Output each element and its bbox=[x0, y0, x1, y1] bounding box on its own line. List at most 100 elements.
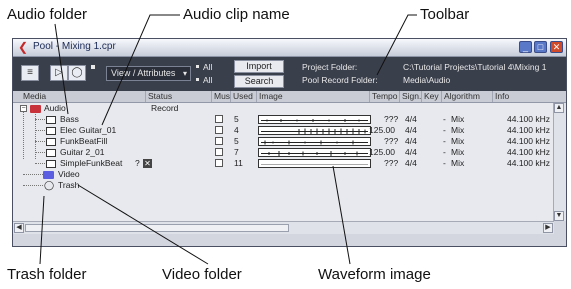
clip-row[interactable]: Guitar 2_01 7 125.00 4/4 - Mix 44.100 kH… bbox=[13, 147, 554, 158]
clip-algorithm: Mix bbox=[451, 136, 465, 146]
clip-sign: 4/4 bbox=[405, 136, 417, 146]
waveform-image bbox=[258, 126, 371, 135]
waveform-graphic bbox=[261, 164, 368, 165]
audio-clip-icon bbox=[46, 149, 56, 157]
clip-tempo: 125.00 bbox=[369, 147, 395, 157]
clip-info: 44.100 kHz bbox=[507, 136, 550, 146]
search-button[interactable]: Search bbox=[234, 75, 284, 88]
all-1-marker bbox=[196, 65, 199, 68]
col-status[interactable]: Status bbox=[145, 91, 211, 102]
clip-algorithm: Mix bbox=[451, 158, 465, 168]
clip-status: ? bbox=[135, 158, 140, 168]
clip-key: - bbox=[443, 125, 446, 135]
scroll-up-arrow[interactable]: ▲ bbox=[554, 103, 564, 113]
col-key[interactable]: Key bbox=[421, 91, 441, 102]
missing-file-icon: ✕ bbox=[143, 159, 152, 168]
waveform-image bbox=[258, 137, 371, 146]
musical-mode-checkbox[interactable] bbox=[215, 148, 223, 156]
col-sign[interactable]: Sign. bbox=[399, 91, 421, 102]
vertical-scrollbar[interactable]: ▲ ▼ bbox=[553, 103, 566, 221]
audio-folder-name: Audio bbox=[44, 103, 66, 113]
maximize-button[interactable]: □ bbox=[534, 41, 547, 53]
project-folder-label: Project Folder: bbox=[302, 62, 358, 72]
pool-window: ❮ Pool - Mixing 1.cpr _ □ ✕ ≡ ▷ ◯ View /… bbox=[12, 38, 567, 247]
audio-folder-row[interactable]: − Audio Record bbox=[13, 103, 554, 114]
callout-video-folder: Video folder bbox=[162, 266, 242, 283]
col-media[interactable]: Media bbox=[13, 91, 145, 102]
clip-row[interactable]: Bass 5 ??? 4/4 - Mix 44.100 kHz bbox=[13, 114, 554, 125]
clip-name: SimpleFunkBeat bbox=[60, 158, 123, 168]
video-folder-row[interactable]: Video bbox=[13, 169, 554, 180]
title-bar[interactable]: ❮ Pool - Mixing 1.cpr _ □ ✕ bbox=[13, 39, 566, 57]
close-button[interactable]: ✕ bbox=[550, 41, 563, 53]
collapse-toggle[interactable]: − bbox=[20, 105, 27, 112]
resize-grip[interactable] bbox=[554, 234, 566, 246]
view-attributes-select[interactable]: View / Attributes ▾ bbox=[106, 66, 191, 81]
clip-key: - bbox=[443, 114, 446, 124]
audio-clip-icon bbox=[46, 116, 56, 124]
clip-algorithm: Mix bbox=[451, 114, 465, 124]
clip-name: Elec Guitar_01 bbox=[60, 125, 117, 135]
clip-used: 5 bbox=[234, 114, 239, 124]
all-2-marker bbox=[196, 78, 199, 81]
scroll-down-arrow[interactable]: ▼ bbox=[554, 211, 564, 221]
clip-algorithm: Mix bbox=[451, 125, 465, 135]
callout-audio-folder: Audio folder bbox=[7, 6, 88, 23]
col-algorithm[interactable]: Algorithm bbox=[441, 91, 492, 102]
pool-record-folder-value: Media\Audio bbox=[403, 75, 451, 85]
waveform-graphic bbox=[261, 119, 368, 122]
info-line-button[interactable]: ≡ bbox=[21, 65, 39, 81]
window-title: Pool - Mixing 1.cpr bbox=[33, 41, 116, 52]
col-image[interactable]: Image bbox=[256, 91, 369, 102]
pool-list: − Audio Record Bass 5 ??? 4/4 - Mix 44.1… bbox=[13, 103, 554, 221]
col-used[interactable]: Used bbox=[230, 91, 256, 102]
scroll-left-arrow[interactable]: ◀ bbox=[14, 223, 24, 233]
audio-clip-icon bbox=[46, 138, 56, 146]
minimize-button[interactable]: _ bbox=[519, 41, 532, 53]
audio-clip-icon bbox=[46, 127, 56, 135]
clip-algorithm: Mix bbox=[451, 147, 465, 157]
horizontal-scrollbar[interactable]: ◀ ▶ bbox=[13, 221, 554, 234]
musical-mode-checkbox[interactable] bbox=[215, 126, 223, 134]
clip-used: 7 bbox=[234, 147, 239, 157]
clip-sign: 4/4 bbox=[405, 125, 417, 135]
clip-used: 5 bbox=[234, 136, 239, 146]
clip-info: 44.100 kHz bbox=[507, 147, 550, 157]
import-button[interactable]: Import bbox=[234, 60, 284, 73]
clip-name: Bass bbox=[60, 114, 79, 124]
callout-toolbar: Toolbar bbox=[420, 6, 470, 23]
waveform-image bbox=[258, 148, 371, 157]
trash-folder-row[interactable]: ◯ Trash bbox=[13, 180, 554, 191]
clip-tempo: ??? bbox=[384, 136, 399, 146]
clip-sign: 4/4 bbox=[405, 158, 417, 168]
all-1-label[interactable]: All bbox=[203, 62, 212, 72]
musical-mode-checkbox[interactable] bbox=[215, 137, 223, 145]
trash-icon: ◯ bbox=[44, 180, 55, 190]
clip-key: - bbox=[443, 158, 446, 168]
col-mus[interactable]: Mus bbox=[211, 91, 230, 102]
clip-key: - bbox=[443, 147, 446, 157]
clip-tempo: ??? bbox=[384, 158, 399, 168]
clip-name: Guitar 2_01 bbox=[60, 147, 105, 157]
col-info[interactable]: Info bbox=[492, 91, 556, 102]
clip-row[interactable]: SimpleFunkBeat ? ✕ 11 ??? 4/4 - Mix 44.1… bbox=[13, 158, 554, 169]
loop-button[interactable]: ◯ bbox=[68, 65, 86, 81]
play-button[interactable]: ▷ bbox=[50, 65, 68, 81]
all-2-label[interactable]: All bbox=[203, 75, 212, 85]
pool-record-folder-label: Pool Record Folder: bbox=[302, 75, 378, 85]
clip-row[interactable]: FunkBeatFill 5 ??? 4/4 - Mix 44.100 kHz bbox=[13, 136, 554, 147]
musical-mode-checkbox[interactable] bbox=[215, 115, 223, 123]
toolbar: ≡ ▷ ◯ View / Attributes ▾ All All Import… bbox=[13, 57, 566, 91]
indicator-dot bbox=[91, 65, 95, 69]
clip-tempo: 125.00 bbox=[369, 125, 395, 135]
clip-row[interactable]: Elec Guitar_01 4 125.00 4/4 - Mix 44.100… bbox=[13, 125, 554, 136]
waveform-graphic bbox=[261, 128, 368, 135]
col-tempo[interactable]: Tempo bbox=[369, 91, 399, 102]
horizontal-scroll-thumb[interactable] bbox=[25, 224, 289, 232]
clip-sign: 4/4 bbox=[405, 147, 417, 157]
scroll-right-arrow[interactable]: ▶ bbox=[543, 223, 553, 233]
musical-mode-checkbox[interactable] bbox=[215, 159, 223, 167]
audio-clip-icon bbox=[46, 160, 56, 168]
clip-tempo: ??? bbox=[384, 114, 399, 124]
trash-folder-name: Trash bbox=[58, 180, 80, 190]
